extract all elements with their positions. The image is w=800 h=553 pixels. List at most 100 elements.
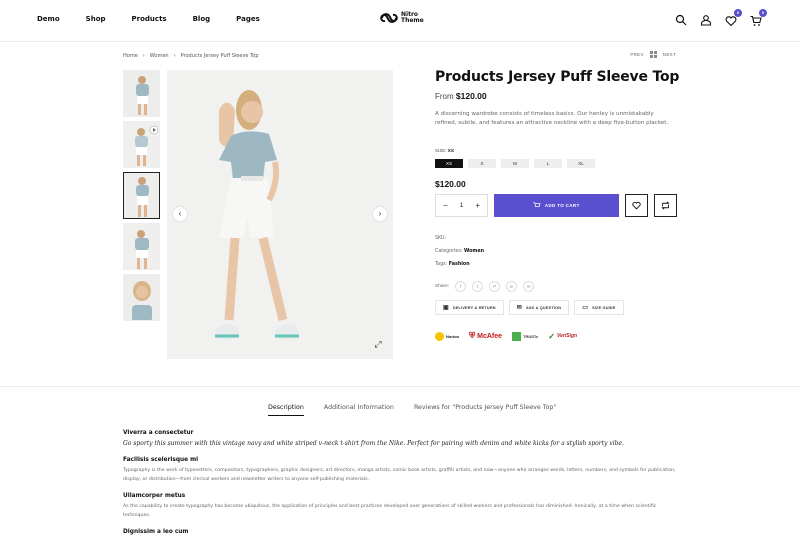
- paragraph: Typography is the work of typesetters, c…: [123, 468, 676, 482]
- grid-icon[interactable]: [649, 51, 657, 58]
- logo-icon: [380, 13, 398, 23]
- quantity-decrease-button[interactable]: −: [443, 201, 448, 210]
- thumbnail[interactable]: [123, 70, 160, 117]
- section-heading: Viverra a consectetur: [123, 430, 194, 436]
- twitter-icon[interactable]: t: [472, 281, 484, 292]
- thumbnail-image: [124, 122, 159, 167]
- main-product-image[interactable]: ‹ › ⤢: [167, 70, 393, 359]
- product-pager: PREV NEXT: [630, 51, 676, 58]
- add-to-wishlist-button[interactable]: [625, 194, 648, 217]
- sku-row: SKU:: [435, 236, 447, 241]
- prev-image-button[interactable]: ‹: [173, 207, 187, 221]
- tag-link[interactable]: Fashion: [449, 262, 470, 267]
- mail-icon: ✉: [516, 305, 522, 311]
- email-icon[interactable]: ✉: [523, 281, 535, 292]
- nav-demo[interactable]: Demo: [37, 15, 60, 23]
- from-price: $120.00: [455, 91, 487, 101]
- package-icon: ▣: [443, 305, 449, 311]
- thumbnail-image: [124, 173, 159, 218]
- section-heading: Facilisis scelerisque mi: [123, 457, 199, 463]
- size-option-xs[interactable]: XS: [435, 159, 463, 168]
- quantity-stepper: − 1 +: [435, 194, 488, 217]
- category-link[interactable]: Women: [464, 249, 484, 254]
- size-option-l[interactable]: L: [534, 159, 562, 168]
- breadcrumb-separator: ›: [173, 53, 176, 59]
- info-buttons: ▣ DELIVERY & RETURN ✉ ASK A QUESTION ▭ SIZE…: [435, 300, 624, 315]
- size-guide-button[interactable]: ▭ SIZE GUIDE: [574, 300, 624, 315]
- wishlist-button[interactable]: 0: [725, 9, 742, 27]
- product-title: Products Jersey Puff Sleeve Top: [435, 69, 680, 85]
- cart-count-badge: 0: [759, 9, 767, 17]
- compare-button[interactable]: [654, 194, 677, 217]
- breadcrumb-home[interactable]: Home: [123, 53, 138, 59]
- nav-blog[interactable]: Blog: [193, 15, 211, 23]
- next-link[interactable]: NEXT: [663, 52, 676, 57]
- account-icon[interactable]: [700, 14, 712, 26]
- tab-additional-information[interactable]: Additional Information: [324, 404, 394, 416]
- facebook-icon[interactable]: f: [455, 281, 467, 292]
- tab-description[interactable]: Description: [268, 404, 304, 416]
- cart-icon: [533, 202, 541, 207]
- thumbnail[interactable]: [123, 274, 160, 321]
- thumbnail-gallery: [123, 70, 160, 325]
- quantity-input[interactable]: 1: [460, 203, 463, 209]
- header-icons: 0 0: [675, 9, 767, 27]
- selected-size: XS: [447, 148, 454, 153]
- expand-icon[interactable]: ⤢: [371, 337, 385, 351]
- heart-icon: [725, 16, 737, 27]
- nav-products[interactable]: Products: [132, 15, 167, 23]
- prev-link[interactable]: PREV: [630, 52, 643, 57]
- description-content: Viverra a consectetur Go sporty this sum…: [123, 430, 683, 539]
- price-range: From $120.00: [435, 91, 487, 101]
- cart-icon: [750, 15, 762, 26]
- section-divider: [0, 386, 800, 387]
- breadcrumb-separator: ›: [142, 53, 145, 59]
- next-image-button[interactable]: ›: [373, 207, 387, 221]
- size-option-m[interactable]: M: [501, 159, 529, 168]
- size-option-xl[interactable]: XL: [567, 159, 595, 168]
- main-nav: Demo Shop Products Blog Pages: [37, 15, 286, 23]
- size-label: SIZE: XS: [435, 148, 454, 153]
- compare-icon: [661, 201, 670, 210]
- breadcrumb-women[interactable]: Women: [150, 53, 169, 59]
- tab-reviews[interactable]: Reviews for "Products Jersey Puff Sleeve…: [414, 404, 556, 416]
- mcafee-badge: ⛨ McAfee: [469, 331, 503, 340]
- thumbnail-image: [124, 275, 159, 320]
- thumbnail-image: [124, 224, 159, 269]
- categories-row: Categories: Women: [435, 249, 485, 254]
- search-icon[interactable]: [675, 14, 687, 26]
- logo-text: Nitro Theme: [401, 11, 424, 24]
- size-option-s[interactable]: S: [468, 159, 496, 168]
- cart-button[interactable]: 0: [750, 9, 767, 26]
- breadcrumb: Home › Women › Products Jersey Puff Slee…: [123, 53, 259, 59]
- paragraph: As the capability to create typography h…: [123, 504, 657, 518]
- product-tabs: Description Additional Information Revie…: [268, 404, 576, 416]
- pinterest-icon[interactable]: P: [489, 281, 501, 292]
- add-to-cart-button[interactable]: ADD TO CART: [494, 194, 619, 217]
- truste-badge: TRUSTe: [512, 328, 538, 344]
- section-heading: Dignissim a leo cum: [123, 529, 189, 535]
- wishlist-count-badge: 0: [734, 9, 742, 17]
- thumbnail-video[interactable]: [123, 121, 160, 168]
- site-logo[interactable]: Nitro Theme: [380, 12, 424, 24]
- ask-question-button[interactable]: ✉ ASK A QUESTION: [508, 300, 570, 315]
- section-heading: Ullamcorper metus: [123, 493, 186, 499]
- tags-row: Tags: Fashion: [435, 262, 470, 267]
- quantity-increase-button[interactable]: +: [475, 201, 480, 210]
- site-header: Demo Shop Products Blog Pages Nitro Them…: [0, 0, 800, 42]
- thumbnail-image: [124, 71, 159, 116]
- delivery-return-button[interactable]: ▣ DELIVERY & RETURN: [435, 300, 504, 315]
- short-description: A discerning wardrobe consists of timele…: [435, 111, 669, 126]
- thumbnail-active[interactable]: [123, 172, 160, 219]
- variation-price: $120.00: [435, 179, 466, 189]
- linkedin-icon[interactable]: in: [506, 281, 518, 292]
- ruler-icon: ▭: [582, 305, 589, 311]
- share-row: Share: f t P in ✉: [435, 281, 535, 292]
- thumbnail[interactable]: [123, 223, 160, 270]
- breadcrumb-current: Products Jersey Puff Sleeve Top: [180, 53, 259, 59]
- heart-icon: [632, 202, 641, 210]
- nav-shop[interactable]: Shop: [86, 15, 106, 23]
- nav-pages[interactable]: Pages: [236, 15, 260, 23]
- norton-badge: Norton: [435, 328, 459, 344]
- trust-badges: Norton ⛨ McAfee TRUSTe ✓ VeriSign: [435, 328, 577, 344]
